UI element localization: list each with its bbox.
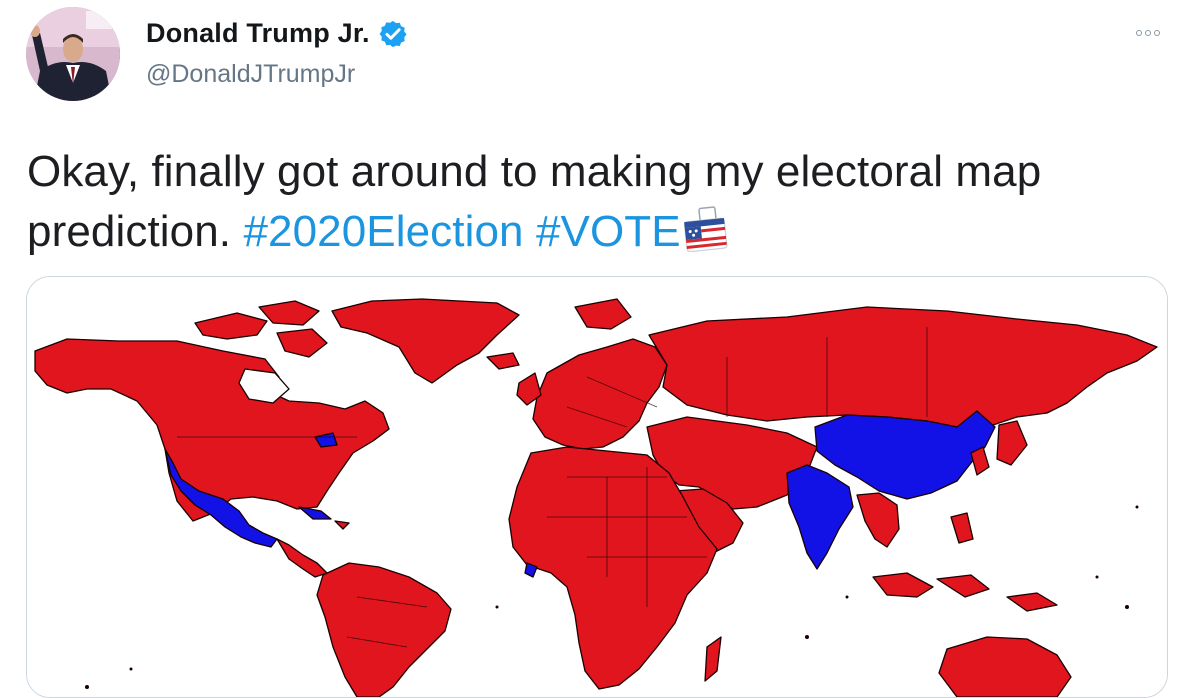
hashtag-link[interactable]: #2020Election	[243, 207, 523, 256]
author-name-row: Donald Trump Jr.	[146, 18, 408, 49]
verified-badge-icon	[378, 19, 408, 49]
world-map-image	[27, 277, 1167, 697]
hashtag-link[interactable]: #VOTE	[536, 207, 681, 256]
display-name[interactable]: Donald Trump Jr.	[146, 18, 370, 49]
user-handle[interactable]: @DonaldJTrumpJr	[146, 60, 355, 89]
tweet-media-map[interactable]	[26, 276, 1168, 698]
tweet-card: Donald Trump Jr. @DonaldJTrumpJr Okay, f…	[0, 0, 1200, 698]
more-options-icon[interactable]	[1128, 18, 1168, 48]
tweet-text: Okay, finally got around to making my el…	[27, 142, 1177, 262]
tweet-body: Okay, finally got around to making my el…	[27, 147, 1042, 256]
avatar[interactable]	[26, 7, 120, 101]
ballot-box-emoji	[681, 206, 729, 253]
